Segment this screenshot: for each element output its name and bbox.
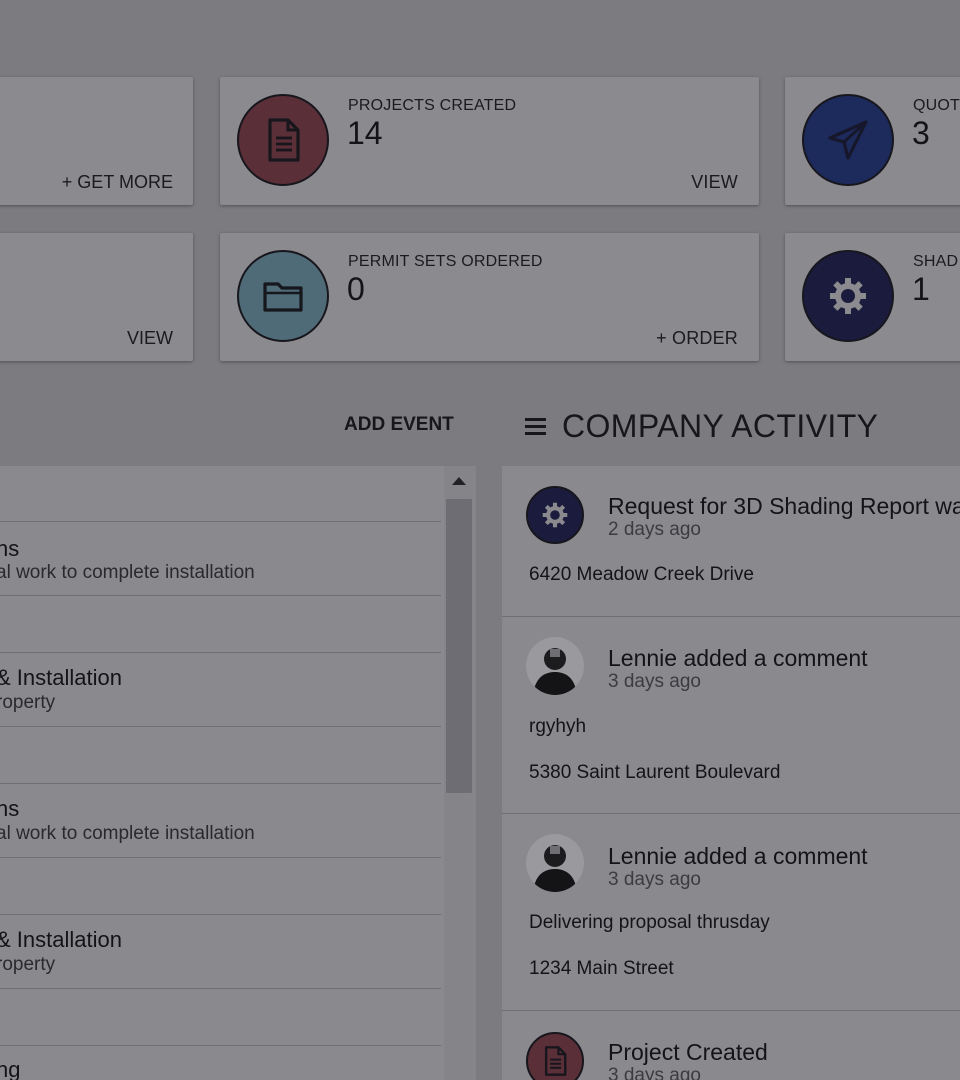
activity-comment: rgyhyh	[529, 716, 587, 737]
stat-card-permit-sets: PERMIT SETS ORDERED 0 + ORDER	[220, 233, 759, 361]
stat-count: 0	[347, 271, 365, 307]
list-item[interactable]: ns al work to complete installation	[0, 783, 441, 858]
event-description: roperty	[0, 692, 56, 713]
activity-item[interactable]: Lennie added a comment 3 days ago rgyhyh…	[502, 617, 960, 814]
list-item[interactable]: ng	[0, 1045, 441, 1080]
list-item[interactable]: & Installation roperty	[0, 652, 441, 727]
scroll-up-arrow[interactable]	[452, 477, 466, 485]
stat-title: PROJECTS CREATED	[348, 97, 517, 114]
stat-count: 1	[912, 271, 930, 307]
add-event-button[interactable]: ADD EVENT	[344, 414, 454, 436]
activity-headline: Request for 3D Shading Report wa	[608, 493, 960, 519]
activity-time: 3 days ago	[608, 869, 701, 890]
scrollbar-thumb[interactable]	[446, 499, 472, 793]
activity-title: COMPANY ACTIVITY	[562, 407, 879, 444]
menu-icon[interactable]	[524, 416, 548, 436]
list-item[interactable]: & Installation roperty	[0, 914, 441, 989]
activity-time: 3 days ago	[608, 671, 701, 692]
stat-title: QUOT	[913, 97, 960, 114]
stat-count: 3	[912, 115, 930, 151]
event-title: ns	[0, 796, 20, 821]
list-divider	[0, 988, 441, 1046]
event-description: al work to complete installation	[0, 562, 255, 583]
view-button[interactable]: VIEW	[127, 328, 173, 349]
activity-item[interactable]: Request for 3D Shading Report wa 2 days …	[502, 466, 960, 617]
list-divider	[0, 595, 441, 653]
event-description: al work to complete installation	[0, 823, 255, 844]
activity-headline: Project Created	[608, 1039, 768, 1065]
events-list: ns al work to complete installation & In…	[0, 466, 476, 1080]
list-item[interactable]: ns al work to complete installation	[0, 521, 441, 596]
gear-icon	[802, 250, 894, 342]
list-divider	[0, 857, 441, 915]
stat-card-credits: + GET MORE	[0, 77, 193, 205]
list-divider	[0, 726, 441, 784]
avatar	[526, 637, 584, 695]
avatar	[526, 834, 584, 892]
document-icon	[526, 1032, 584, 1080]
stat-card-projects-created: PROJECTS CREATED 14 VIEW	[220, 77, 759, 205]
event-title: & Installation	[0, 665, 122, 690]
activity-time: 2 days ago	[608, 519, 701, 540]
activity-address: 1234 Main Street	[529, 958, 674, 979]
activity-comment: Delivering proposal thrusday	[529, 912, 770, 933]
stat-title: PERMIT SETS ORDERED	[348, 253, 543, 270]
paper-plane-icon	[802, 94, 894, 186]
folder-icon	[237, 250, 329, 342]
activity-address: 6420 Meadow Creek Drive	[529, 564, 754, 585]
activity-headline: Lennie added a comment	[608, 843, 868, 869]
activity-item[interactable]: Lennie added a comment 3 days ago Delive…	[502, 814, 960, 1011]
event-title: ns	[0, 536, 20, 561]
gear-icon	[526, 486, 584, 544]
event-title: ng	[0, 1057, 21, 1080]
activity-headline: Lennie added a comment	[608, 645, 868, 671]
event-title: & Installation	[0, 927, 122, 952]
get-more-button[interactable]: + GET MORE	[62, 172, 173, 193]
stat-title: SHAD	[913, 253, 959, 270]
company-activity-header: COMPANY ACTIVITY	[524, 404, 878, 448]
view-projects-button[interactable]: VIEW	[691, 172, 738, 193]
stat-card-left-2: VIEW	[0, 233, 193, 361]
order-button[interactable]: + ORDER	[656, 328, 738, 349]
activity-feed: Request for 3D Shading Report wa 2 days …	[502, 466, 960, 1080]
activity-item[interactable]: Project Created 3 days ago	[502, 1011, 960, 1080]
stat-card-shading: SHAD 1	[785, 233, 960, 361]
event-description: roperty	[0, 954, 56, 975]
document-icon	[237, 94, 329, 186]
stat-card-quotes: QUOT 3	[785, 77, 960, 205]
stat-count: 14	[347, 115, 383, 151]
activity-address: 5380 Saint Laurent Boulevard	[529, 762, 781, 783]
activity-time: 3 days ago	[608, 1065, 701, 1080]
